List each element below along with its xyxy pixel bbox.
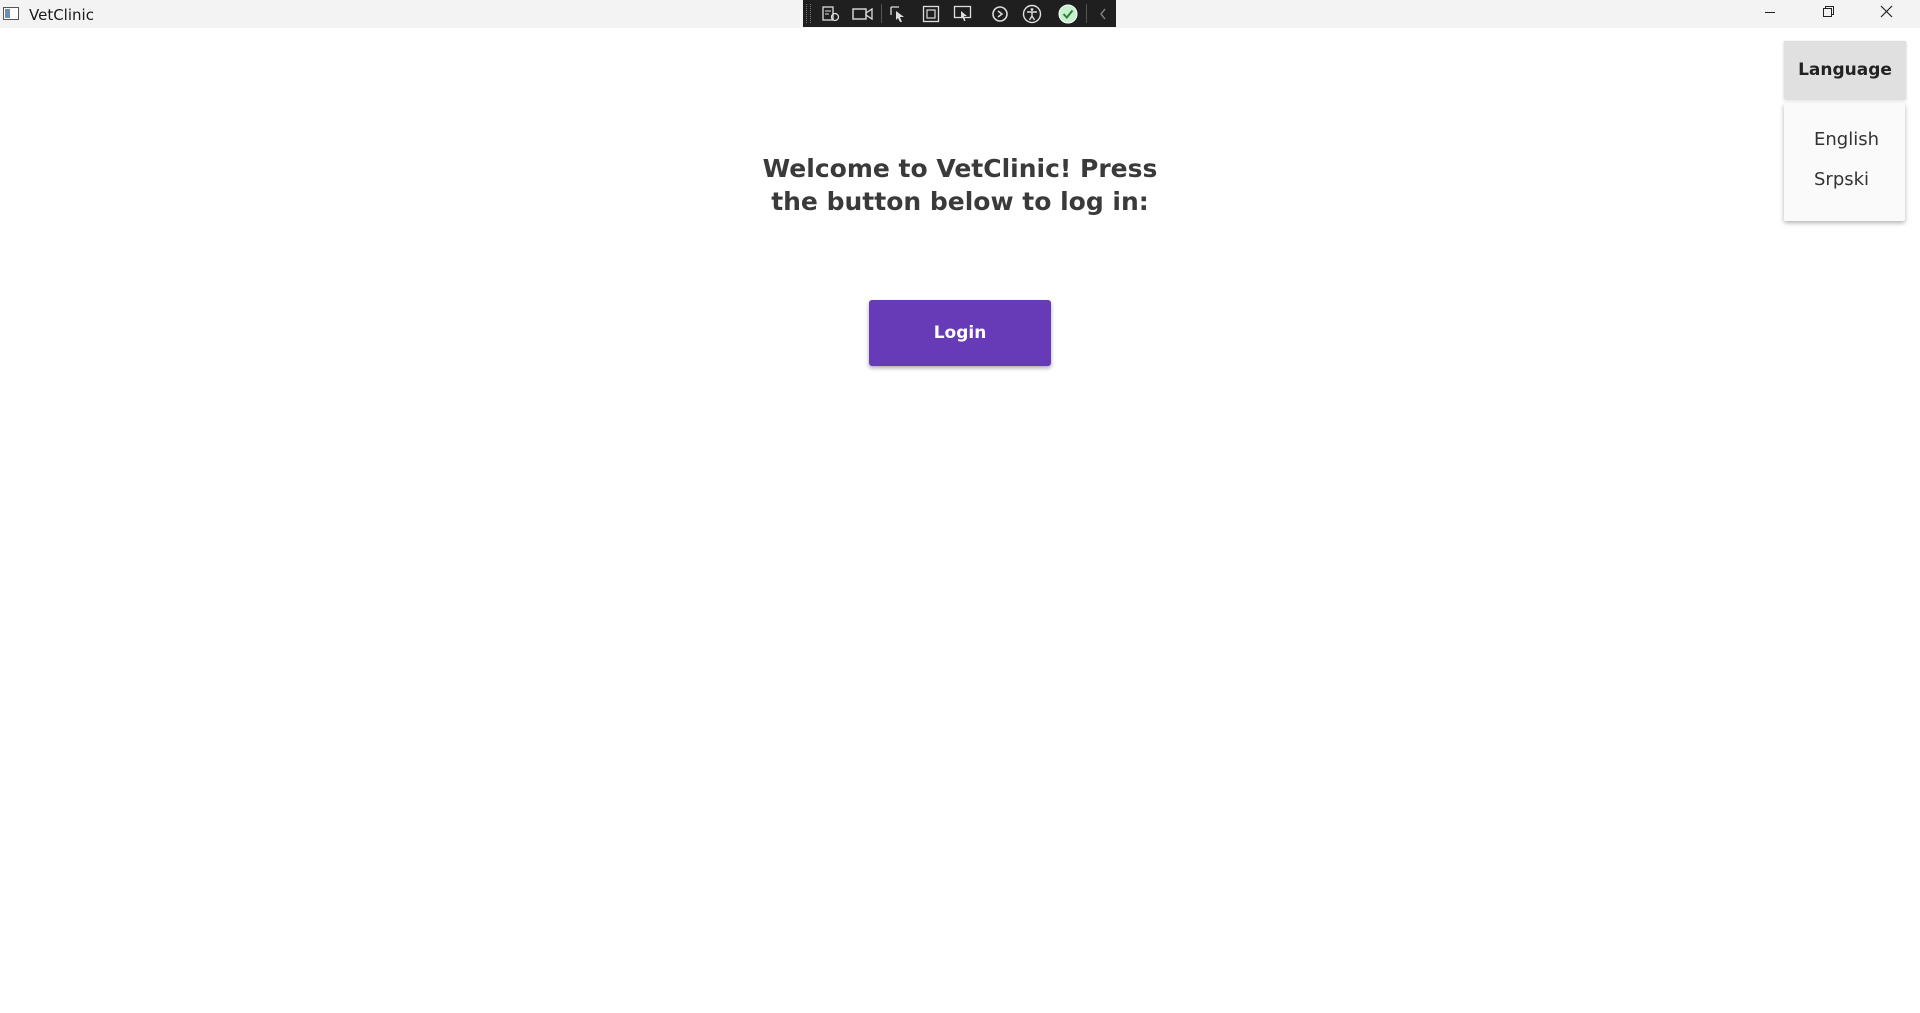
- accessibility-icon[interactable]: [1020, 3, 1044, 24]
- restore-icon: [1822, 5, 1835, 23]
- language-button[interactable]: Language: [1784, 41, 1906, 99]
- language-option-srpski[interactable]: Srpski: [1814, 169, 1869, 190]
- toolbar-grip[interactable]: [806, 4, 811, 23]
- display-layout-adorners-icon[interactable]: [919, 3, 943, 24]
- binding-failures-ok-icon[interactable]: [1056, 3, 1080, 24]
- login-button[interactable]: Login: [869, 300, 1051, 366]
- video-camera-icon[interactable]: [851, 3, 875, 24]
- minimize-icon: [1764, 5, 1776, 23]
- toolbar-separator: [881, 4, 882, 23]
- track-focus-icon[interactable]: [951, 3, 975, 24]
- app-window: VetClinic Welcome to VetClinic! Press th…: [0, 0, 1920, 1013]
- close-button[interactable]: [1857, 0, 1915, 28]
- language-dropdown-menu: English Srpski: [1784, 103, 1905, 221]
- collapse-chevron-icon[interactable]: [1091, 3, 1115, 24]
- live-visual-tree-icon[interactable]: [819, 3, 843, 24]
- select-element-icon[interactable]: [887, 3, 911, 24]
- restore-button[interactable]: [1799, 0, 1857, 28]
- welcome-message: Welcome to VetClinic! Press the button b…: [762, 154, 1158, 216]
- language-option-english[interactable]: English: [1814, 129, 1879, 150]
- toolbar-separator: [1086, 4, 1087, 23]
- hot-reload-icon[interactable]: [988, 3, 1012, 24]
- minimize-button[interactable]: [1741, 0, 1799, 28]
- title-bar: VetClinic: [0, 0, 1920, 28]
- xaml-debug-toolbar: [803, 0, 1116, 27]
- app-icon: [3, 7, 19, 20]
- close-icon: [1880, 5, 1893, 23]
- window-title: VetClinic: [29, 6, 94, 24]
